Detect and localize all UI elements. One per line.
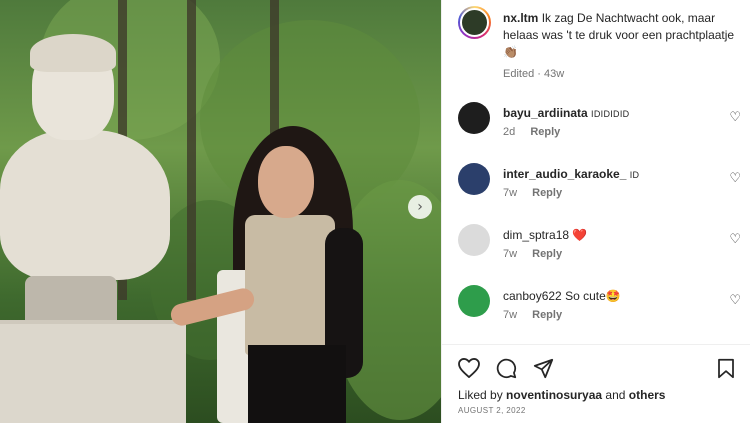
person-pants: [248, 345, 346, 423]
statue-bust-chest: [0, 130, 170, 280]
caption-text: Ik zag De Nachtwacht ook, maar helaas wa…: [503, 11, 735, 59]
author-avatar[interactable]: [458, 6, 491, 39]
post-details-panel: nx.ltm Ik zag De Nachtwacht ook, maar he…: [441, 0, 750, 423]
post-date[interactable]: AUGUST 2, 2022: [458, 406, 526, 415]
edited-time[interactable]: 43w: [544, 68, 564, 80]
commenter-avatar[interactable]: [458, 102, 490, 134]
author-username[interactable]: nx.ltm: [503, 11, 538, 25]
comment-text: So cute🤩: [565, 289, 621, 303]
tree-trunk: [187, 0, 196, 300]
reply-button[interactable]: Reply: [532, 309, 562, 321]
reply-button[interactable]: Reply: [530, 126, 560, 138]
reply-button[interactable]: Reply: [532, 187, 562, 199]
commenter-username[interactable]: inter_audio_karaoke_: [503, 167, 626, 181]
comment-item: inter_audio_karaoke_ ID 7w Reply ♡: [442, 163, 750, 213]
comment-text: IDIDIDID: [591, 109, 630, 119]
next-photo-button[interactable]: ›: [408, 195, 432, 219]
comment-item: canboy622 So cute🤩 7w Reply ♡: [442, 285, 750, 335]
post-photo[interactable]: ›: [0, 0, 441, 423]
commenter-username[interactable]: dim_sptra18: [503, 228, 569, 242]
reply-button[interactable]: Reply: [532, 248, 562, 260]
chevron-right-icon: ›: [417, 199, 423, 215]
post-actions: [458, 356, 738, 382]
comment-time[interactable]: 7w: [503, 187, 517, 199]
likes-connector: and: [605, 388, 626, 402]
comment-time[interactable]: 2d: [503, 126, 515, 138]
heart-outline-icon[interactable]: [458, 358, 480, 378]
post-caption: nx.ltm Ik zag De Nachtwacht ook, maar he…: [503, 10, 743, 61]
comment-time[interactable]: 7w: [503, 248, 517, 260]
likes-others-link[interactable]: others: [629, 388, 666, 402]
person-vest: [245, 215, 335, 355]
statue-bust-hair: [30, 34, 116, 72]
caption-meta: Edited · 43w: [503, 68, 565, 80]
person-face: [258, 146, 314, 218]
commenter-avatar[interactable]: [458, 285, 490, 317]
statue-pedestal: [0, 320, 186, 423]
section-divider: [442, 344, 750, 345]
comment-item: dim_sptra18 ❤️ 7w Reply ♡: [442, 224, 750, 274]
edited-label: Edited: [503, 68, 535, 80]
comment-text: ID: [629, 170, 640, 180]
paper-plane-icon[interactable]: [533, 358, 554, 379]
comment-time[interactable]: 7w: [503, 309, 517, 321]
commenter-username[interactable]: canboy622: [503, 289, 562, 303]
comment-bubble-icon[interactable]: [496, 358, 517, 379]
commenter-avatar[interactable]: [458, 163, 490, 195]
heart-outline-icon[interactable]: ♡: [729, 232, 741, 247]
comment-item: bayu_ardiinata IDIDIDID 2d Reply ♡: [442, 102, 750, 152]
comment-text: ❤️: [572, 228, 588, 242]
likes-summary: Liked by noventinosuryaa and others: [458, 388, 665, 402]
bookmark-icon[interactable]: [717, 358, 735, 379]
commenter-username[interactable]: bayu_ardiinata: [503, 106, 588, 120]
likes-prefix: Liked by: [458, 388, 503, 402]
heart-outline-icon[interactable]: ♡: [729, 171, 741, 186]
heart-outline-icon[interactable]: ♡: [729, 293, 741, 308]
commenter-avatar[interactable]: [458, 224, 490, 256]
liked-by-user[interactable]: noventinosuryaa: [506, 388, 602, 402]
heart-outline-icon[interactable]: ♡: [729, 110, 741, 125]
